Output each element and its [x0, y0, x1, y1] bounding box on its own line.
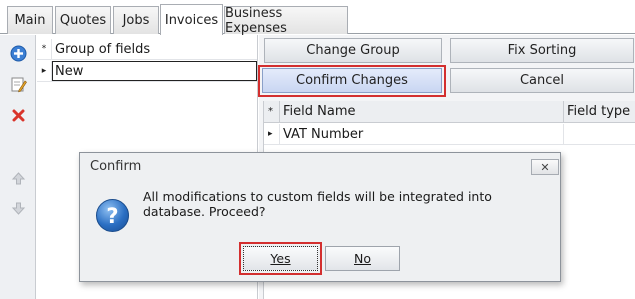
- move-up-icon[interactable]: [9, 169, 27, 187]
- group-grid-header-label: Group of fields: [55, 41, 151, 57]
- column-field-type[interactable]: Field type: [564, 101, 635, 122]
- fix-sorting-label: Fix Sorting: [507, 43, 577, 58]
- dialog-message: All modifications to custom fields will …: [143, 189, 492, 219]
- dialog-title: Confirm: [90, 159, 142, 174]
- group-row[interactable]: ▸ New: [37, 61, 257, 82]
- question-icon: ?: [96, 199, 129, 232]
- column-field-name[interactable]: Field Name: [280, 101, 564, 122]
- tab-jobs-label: Jobs: [122, 13, 150, 28]
- confirm-changes-button[interactable]: Confirm Changes: [262, 68, 442, 93]
- confirm-dialog: Confirm ✕ ? All modifications to custom …: [79, 152, 561, 282]
- group-row-value[interactable]: New: [52, 61, 257, 81]
- confirm-changes-label: Confirm Changes: [296, 73, 408, 88]
- side-toolbar: [0, 35, 36, 299]
- tab-invoices-label: Invoices: [164, 12, 219, 28]
- cell-field-name[interactable]: VAT Number: [280, 124, 564, 144]
- tab-strip: Main Quotes Jobs Invoices Business Expen…: [0, 0, 635, 36]
- edit-icon[interactable]: [9, 75, 27, 93]
- cancel-label: Cancel: [519, 73, 565, 88]
- close-icon[interactable]: ✕: [531, 159, 559, 175]
- tab-invoices[interactable]: Invoices: [160, 4, 223, 35]
- tab-quotes-label: Quotes: [59, 13, 107, 28]
- change-group-button[interactable]: Change Group: [264, 38, 442, 63]
- table-row[interactable]: ▸ VAT Number: [264, 124, 635, 145]
- tab-main[interactable]: Main: [7, 6, 53, 34]
- row-pointer-icon: ▸: [37, 61, 52, 81]
- tab-business-expenses-label: Business Expenses: [225, 5, 287, 36]
- change-group-label: Change Group: [306, 43, 400, 58]
- fix-sorting-button[interactable]: Fix Sorting: [450, 38, 634, 63]
- row-pointer-icon: ▸: [264, 124, 280, 144]
- no-label: No: [354, 251, 371, 266]
- new-row-marker: *: [37, 39, 52, 59]
- new-row-marker: *: [264, 101, 280, 122]
- cancel-button[interactable]: Cancel: [450, 68, 634, 93]
- tab-jobs[interactable]: Jobs: [113, 6, 159, 34]
- yes-button[interactable]: Yes: [243, 246, 318, 271]
- field-grid-header: * Field Name Field type: [264, 101, 635, 123]
- add-icon[interactable]: [9, 44, 27, 62]
- group-grid-header: * Group of fields: [37, 39, 257, 60]
- yes-label: Yes: [270, 251, 291, 266]
- no-button[interactable]: No: [325, 246, 400, 271]
- move-down-icon[interactable]: [9, 199, 27, 217]
- tab-quotes[interactable]: Quotes: [55, 6, 111, 34]
- delete-icon[interactable]: [9, 106, 27, 124]
- tab-main-label: Main: [14, 13, 46, 28]
- cell-field-type[interactable]: [564, 124, 635, 144]
- tab-business-expenses[interactable]: Business Expenses: [224, 5, 348, 36]
